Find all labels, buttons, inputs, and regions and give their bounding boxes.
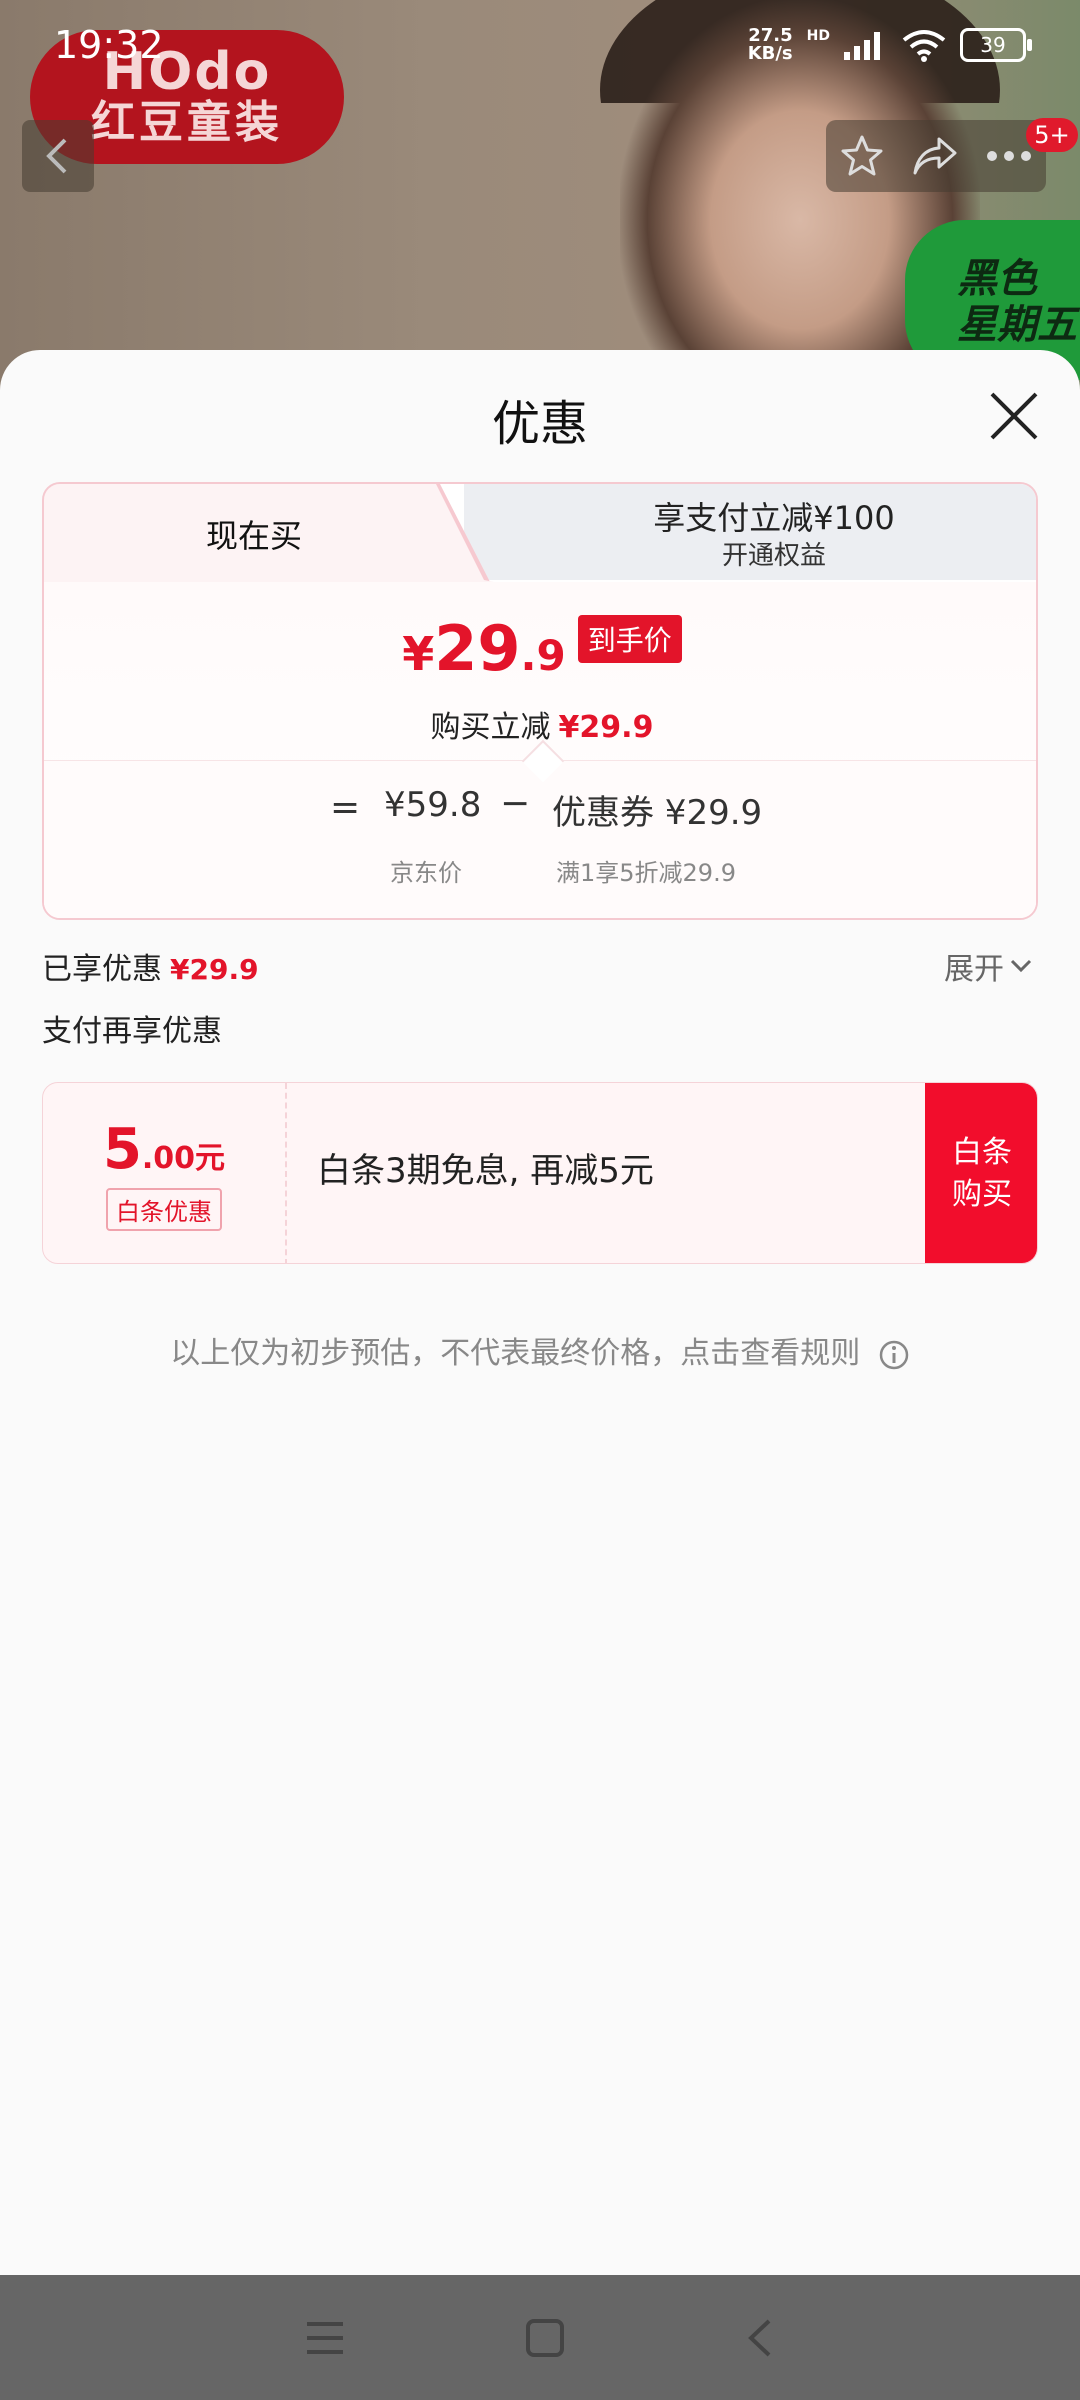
baitiao-promo-card[interactable]: 5.00元 白条优惠 白条3期免息, 再减5元 白条 购买	[42, 1082, 1038, 1264]
home-icon[interactable]	[525, 2318, 565, 2358]
sheet-title: 优惠	[491, 396, 588, 452]
disclaimer-text: 以上仅为初步预估，不代表最终价格，点击查看规则	[170, 1336, 861, 1371]
final-price-decimal: .9	[520, 631, 566, 680]
price-disclaimer[interactable]: 以上仅为初步预估，不代表最终价格，点击查看规则	[0, 1328, 1080, 1372]
final-price: ¥29.9	[402, 612, 565, 685]
more-icon[interactable]	[985, 149, 1033, 163]
promo-amount-integer: 5	[102, 1117, 142, 1182]
top-actions	[826, 120, 1046, 192]
expand-button[interactable]: 展开	[944, 944, 1032, 988]
coupon-amount: 优惠券 ¥29.9	[552, 793, 763, 833]
final-price-integer: 29	[434, 612, 521, 685]
brand-logo-bottom: 红豆童装	[91, 97, 283, 148]
baitiao-buy-line-1: 白条	[952, 1135, 1012, 1170]
pay-more-discount-heading: 支付再享优惠	[42, 1014, 222, 1049]
back-button[interactable]	[22, 120, 94, 192]
enjoyed-discount-amount: ¥29.9	[170, 953, 259, 986]
battery-indicator: 39	[960, 28, 1032, 62]
star-icon[interactable]	[839, 133, 885, 179]
network-speed-unit: KB/s	[747, 43, 793, 64]
status-bar: 19:32 27.5 KB/s HD 39	[0, 0, 1080, 90]
price-card: 现在买 享支付立减¥100 开通权益 ¥29.9 到手价 购买立减 ¥29.9 =…	[42, 482, 1038, 920]
wifi-icon	[902, 30, 946, 62]
signal-icon	[844, 32, 880, 60]
instant-reduction-label: 购买立减	[430, 710, 551, 745]
coupon-rule-label: 满1享5折减29.9	[556, 859, 736, 887]
menu-icon[interactable]	[305, 2320, 345, 2356]
price-card-body: ¥29.9 到手价 购买立减 ¥29.9 = ¥59.8 − 优惠券 ¥29.9 …	[44, 582, 1036, 918]
hd-label: HD	[806, 28, 830, 44]
minus-sign: −	[500, 783, 531, 824]
share-icon[interactable]	[911, 133, 959, 179]
price-breakdown: = ¥59.8 − 优惠券 ¥29.9 京东价 满1享5折减29.9	[44, 760, 1036, 918]
enjoyed-discount-label: 已享优惠	[42, 952, 162, 987]
promo-amount: 5.00元	[103, 1117, 225, 1182]
tab-pay-discount-label: 享支付立减¥100	[653, 499, 895, 537]
info-icon[interactable]	[878, 1339, 910, 1371]
notification-badge: 5+	[1026, 118, 1078, 152]
badge-line-2: 星期五	[957, 302, 1077, 348]
chevron-down-icon	[1010, 959, 1032, 973]
status-icons: 27.5 KB/s HD 39	[748, 27, 1032, 63]
badge-line-1: 黑色	[957, 256, 1037, 302]
enjoyed-discount: 已享优惠 ¥29.9	[42, 944, 259, 988]
instant-reduction-amount: ¥29.9	[558, 710, 654, 745]
discount-sheet: 优惠 现在买 享支付立减¥100 开通权益 ¥29.9 到手价 购买立减 ¥29.…	[0, 350, 1080, 2275]
network-speed: 27.5 KB/s	[748, 27, 793, 63]
tab-pay-discount[interactable]: 享支付立减¥100 开通权益	[514, 496, 1034, 572]
promo-tag: 白条优惠	[106, 1188, 222, 1231]
system-nav-bar	[0, 2275, 1080, 2400]
jd-price: ¥59.8	[384, 785, 482, 825]
chevron-left-icon	[46, 138, 67, 174]
promo-amount-decimal: .00元	[141, 1141, 226, 1176]
promo-description: 白条3期免息, 再减5元	[317, 1151, 654, 1191]
tab-buy-now[interactable]: 现在买	[44, 484, 464, 584]
final-price-tag: 到手价	[577, 615, 682, 663]
status-time: 19:32	[54, 23, 164, 67]
back-nav-icon[interactable]	[745, 2318, 775, 2358]
close-icon[interactable]	[984, 386, 1044, 446]
promo-value: 5.00元 白条优惠	[43, 1083, 287, 1263]
baitiao-buy-line-2: 购买	[952, 1177, 1012, 1212]
baitiao-buy-button[interactable]: 白条 购买	[925, 1083, 1037, 1263]
instant-reduction: 购买立减 ¥29.9	[44, 702, 1036, 746]
equals-sign: =	[330, 787, 361, 828]
expand-label: 展开	[944, 952, 1004, 987]
tab-pay-discount-sublabel: 开通权益	[721, 541, 826, 571]
final-price-currency: ¥	[402, 627, 435, 681]
jd-price-label: 京东价	[390, 859, 462, 887]
final-price-row: ¥29.9 到手价	[44, 612, 1036, 685]
